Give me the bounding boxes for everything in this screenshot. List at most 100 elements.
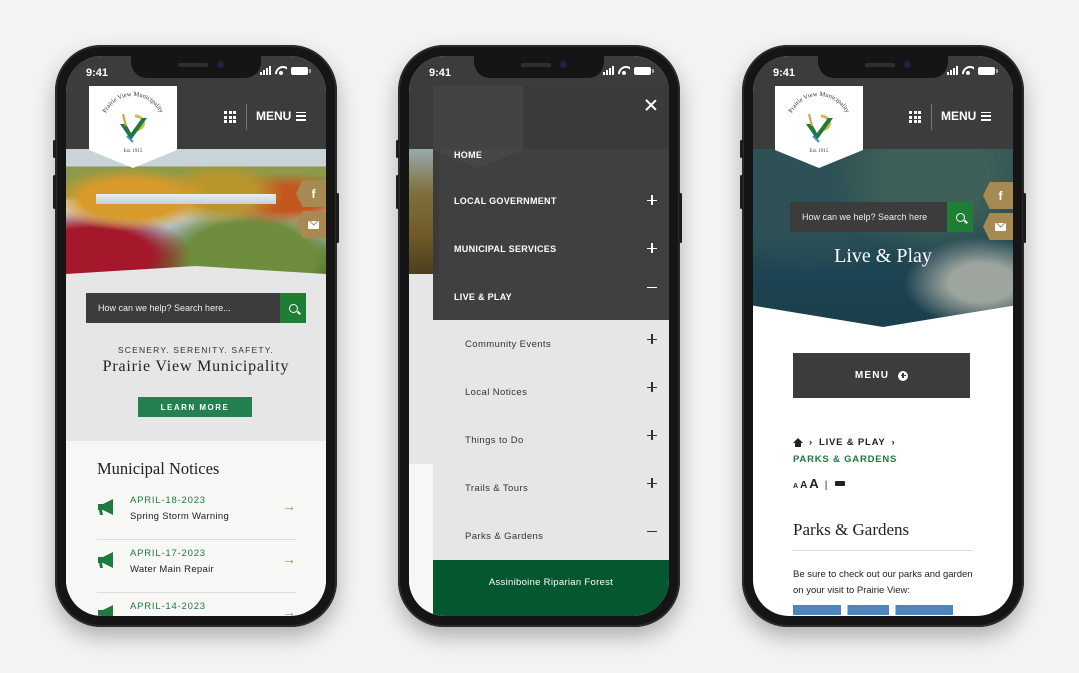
wifi-icon <box>618 66 630 75</box>
nav-label: LIVE & PLAY <box>454 292 512 302</box>
nav-label: Community Events <box>465 339 552 350</box>
svg-text:Prairie View Municipality: Prairie View Municipality <box>787 91 851 115</box>
signal-icon <box>603 66 614 75</box>
status-time: 9:41 <box>429 67 452 79</box>
screen: 9:41 Prairie View Municipality Est. 1915 <box>66 56 326 616</box>
search-icon <box>288 303 298 313</box>
nav-item-home[interactable]: HOME <box>454 146 669 166</box>
status-time: 9:41 <box>773 67 796 79</box>
plus-icon[interactable] <box>647 382 657 392</box>
menu-button[interactable]: MENU <box>941 109 992 123</box>
nav-label: MUNICIPAL SERVICES <box>454 244 557 254</box>
nav-subitem-local-notices[interactable]: Local Notices <box>465 382 669 402</box>
breadcrumb-parent[interactable]: LIVE & PLAY <box>819 437 886 448</box>
menu-button[interactable]: MENU <box>256 109 307 123</box>
minus-icon[interactable] <box>647 526 657 536</box>
text-size-medium[interactable]: A <box>800 480 807 491</box>
notice-item[interactable]: APRIL-14-2023 → <box>97 594 296 616</box>
megaphone-icon <box>98 552 113 568</box>
wifi-icon <box>275 66 287 75</box>
nav-label: Parks & Gardens <box>465 531 544 542</box>
arrow-right-icon: → <box>282 604 296 616</box>
notice-date: APRIL-18-2023 <box>130 495 206 506</box>
battery-icon <box>634 67 654 75</box>
home-icon[interactable] <box>793 438 803 447</box>
text-size-large[interactable]: A <box>809 476 818 491</box>
signal-icon <box>260 66 271 75</box>
screen: 9:41 HOME LOCAL GOVERNMENT MUNICIPAL SER… <box>409 56 669 616</box>
notice-title: Spring Storm Warning <box>130 511 230 522</box>
page-title: Parks & Gardens <box>793 520 973 551</box>
facebook-icon: f <box>998 188 1003 203</box>
hamburger-icon <box>296 111 307 121</box>
nav-item-municipal-services[interactable]: MUNICIPAL SERVICES <box>454 240 669 260</box>
notice-date: APRIL-17-2023 <box>130 548 206 559</box>
municipal-notices: Municipal Notices APRIL-18-2023 Spring S… <box>66 441 326 616</box>
nav-subitem-community-events[interactable]: Community Events <box>465 334 669 354</box>
header-divider <box>931 104 932 130</box>
breadcrumb-current: PARKS & GARDENS <box>793 454 898 465</box>
signal-icon <box>947 66 958 75</box>
separator: | <box>824 480 828 491</box>
phone-parks-gardens: 9:41 Prairie View Municipality Est. 1915 <box>740 45 1026 627</box>
battery-icon <box>978 67 998 75</box>
nav-item-local-government[interactable]: LOCAL GOVERNMENT <box>454 192 669 212</box>
plus-icon[interactable] <box>647 334 657 344</box>
screen: 9:41 Prairie View Municipality Est. 1915 <box>753 56 1013 616</box>
search-input[interactable] <box>790 202 947 232</box>
tagline: SCENERY. SERENITY. SAFETY. <box>117 345 275 355</box>
minus-icon[interactable] <box>647 282 657 292</box>
nav-subitem-parks-gardens[interactable]: Parks & Gardens <box>465 526 669 546</box>
learn-more-button[interactable]: LEARN MORE <box>138 397 252 417</box>
grid-icon[interactable] <box>224 111 236 123</box>
grid-icon[interactable] <box>909 111 921 123</box>
nav-subitem-trails-tours[interactable]: Trails & Tours <box>465 478 669 498</box>
nav-label: Trails & Tours <box>465 483 529 494</box>
plus-icon[interactable] <box>647 243 657 253</box>
park-link[interactable] <box>793 605 953 615</box>
search-button[interactable] <box>280 293 306 323</box>
nav-submenu: Community Events Local Notices Things to… <box>433 320 669 560</box>
plus-icon[interactable] <box>647 478 657 488</box>
section-menu-button[interactable]: MENU <box>793 353 970 398</box>
envelope-icon <box>308 220 319 229</box>
site-header: Prairie View Municipality Est. 1915 MENU <box>753 86 1013 168</box>
site-header: Prairie View Municipality Est. 1915 MENU <box>66 86 326 168</box>
site-title: Prairie View Municipality <box>102 358 290 375</box>
plus-icon[interactable] <box>647 195 657 205</box>
search-button[interactable] <box>947 202 973 232</box>
close-icon[interactable] <box>645 99 657 111</box>
print-icon[interactable] <box>835 479 846 488</box>
search-input[interactable] <box>86 293 280 323</box>
text-size-controls: A A A | <box>793 476 846 491</box>
nav-subitem-things-to-do[interactable]: Things to Do <box>465 430 669 450</box>
text-size-small[interactable]: A <box>793 483 798 490</box>
breadcrumb: › LIVE & PLAY › PARKS & GARDENS <box>793 437 897 465</box>
facebook-icon: f <box>311 186 316 201</box>
notice-item[interactable]: APRIL-18-2023 Spring Storm Warning → <box>97 488 296 540</box>
nav-item-live-and-play[interactable]: LIVE & PLAY <box>454 286 669 308</box>
phone-home: 9:41 Prairie View Municipality Est. 1915 <box>53 45 339 627</box>
nav-drawer: HOME LOCAL GOVERNMENT MUNICIPAL SERVICES… <box>433 86 669 320</box>
hero-title: Live & Play <box>834 245 932 267</box>
page-intro: Be sure to check out our parks and garde… <box>793 569 973 596</box>
notice-item[interactable]: APRIL-17-2023 Water Main Repair → <box>97 541 296 593</box>
nav-label: HOME <box>454 150 483 160</box>
menu-label: MENU <box>854 370 890 381</box>
nav-label: Local Notices <box>465 387 528 398</box>
megaphone-icon <box>98 605 113 616</box>
menu-label: MENU <box>256 109 292 123</box>
hamburger-icon <box>981 111 992 121</box>
chevron-right-icon: › <box>891 437 896 448</box>
svg-text:Prairie View Municipality: Prairie View Municipality <box>101 91 165 115</box>
notice-date: APRIL-14-2023 <box>130 601 206 612</box>
logo-emblem-icon: Prairie View Municipality <box>101 91 165 143</box>
section-title: Municipal Notices <box>97 459 220 478</box>
envelope-icon <box>995 222 1006 231</box>
plus-icon[interactable] <box>647 430 657 440</box>
battery-icon <box>291 67 311 75</box>
logo-established: Est. 1915 <box>809 149 829 154</box>
hero-image-lake <box>753 149 1013 327</box>
nav-label: Things to Do <box>465 435 524 446</box>
nav-active-child[interactable]: Assiniboine Riparian Forest <box>433 560 669 616</box>
